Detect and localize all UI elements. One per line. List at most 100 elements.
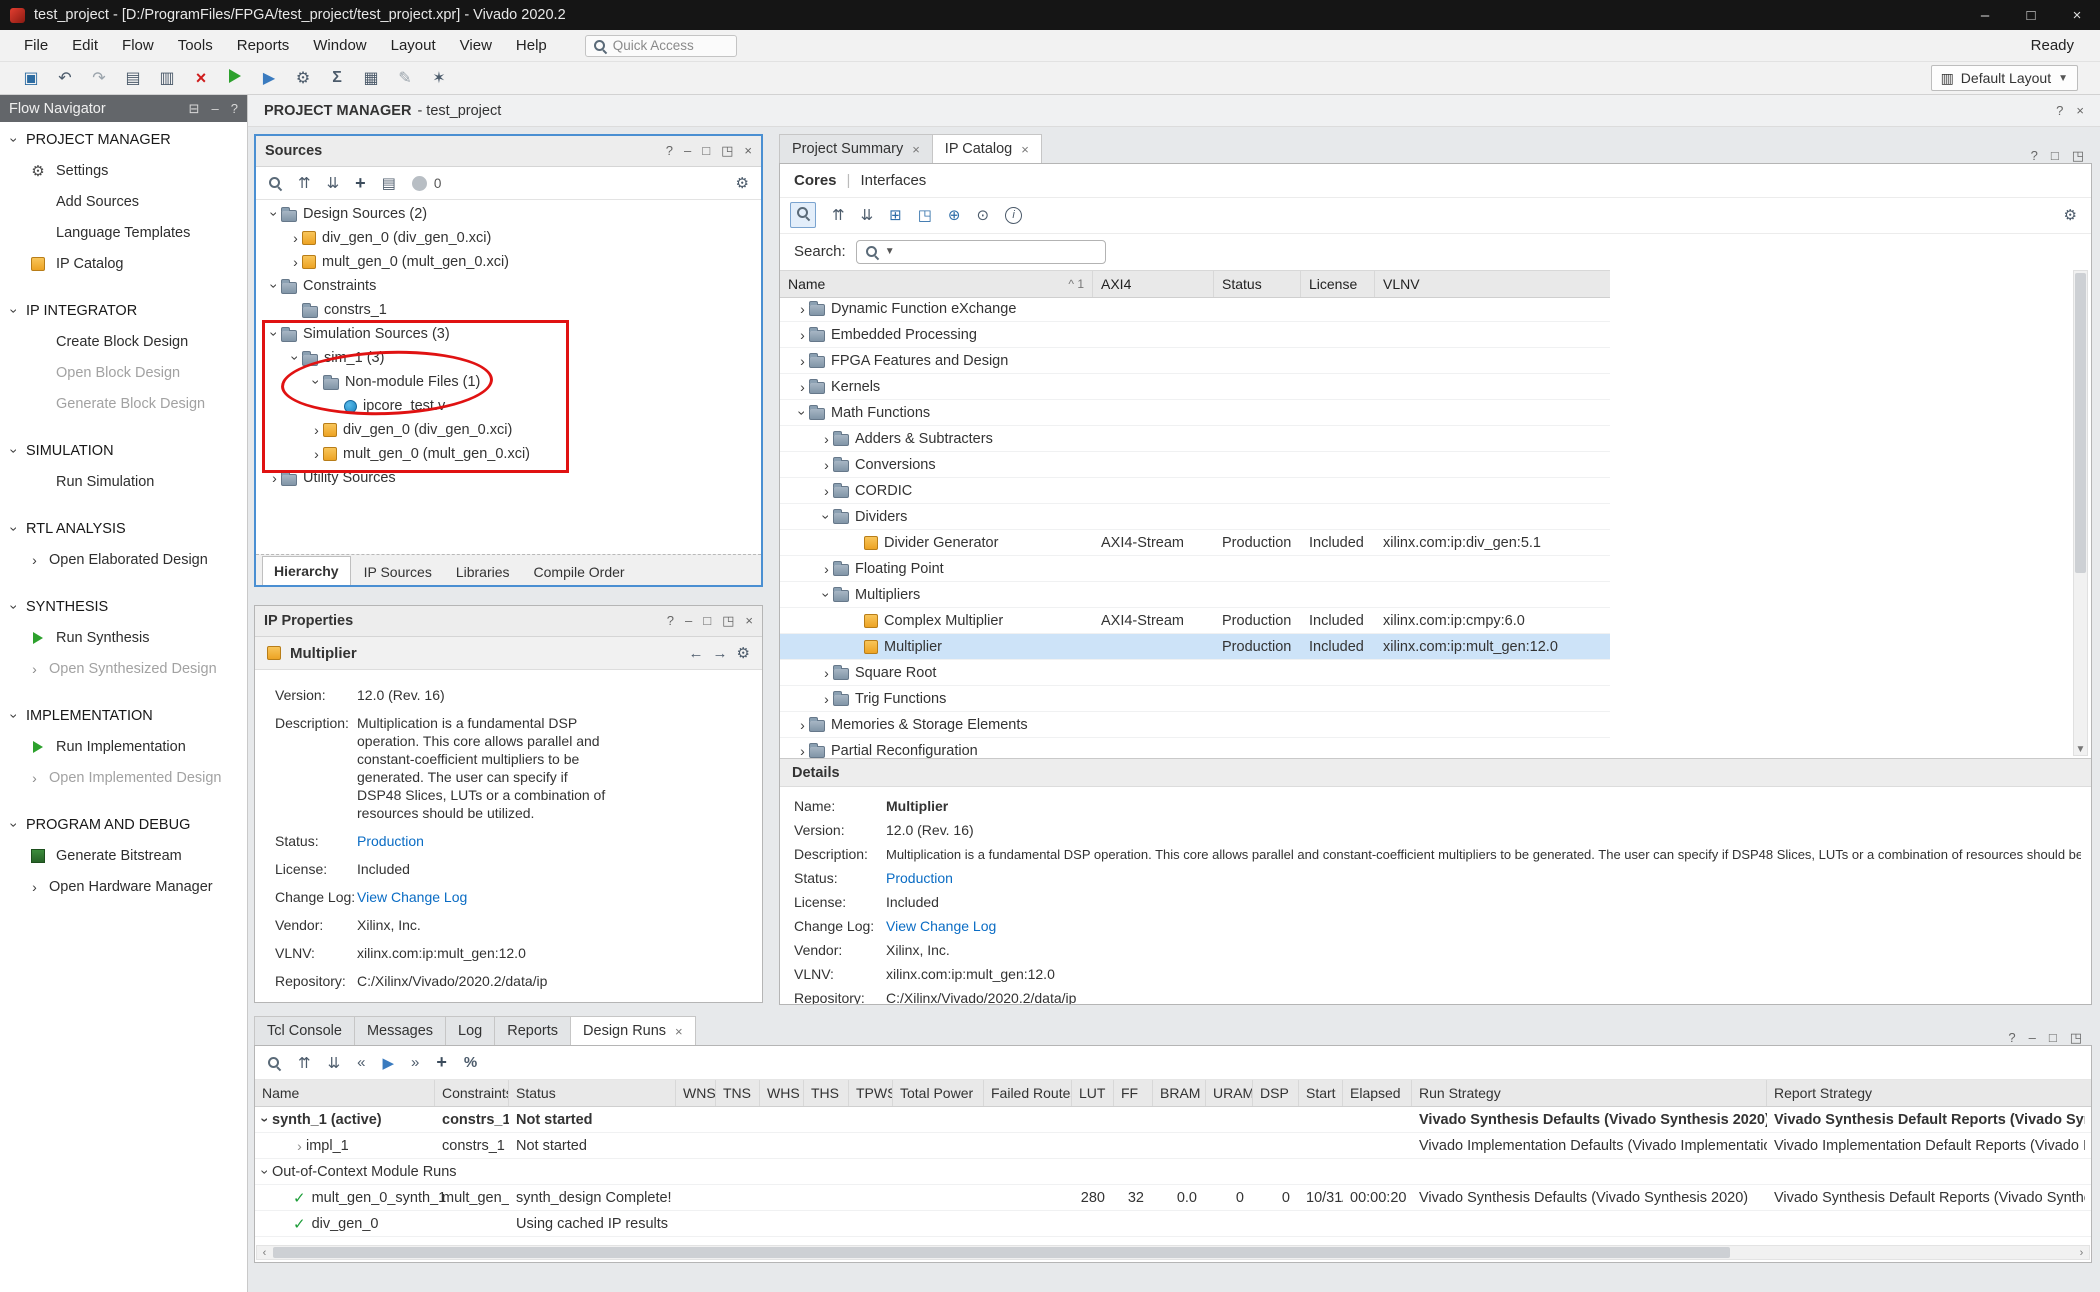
menu-file[interactable]: File xyxy=(12,30,60,61)
expand-all-icon[interactable]: ⇊ xyxy=(861,206,874,224)
chevron-expanded-icon[interactable]: › xyxy=(258,1165,274,1178)
catalog-row-selected[interactable]: Multiplier ProductionIncludedxilinx.com:… xyxy=(780,634,1610,660)
section-header-project-manager[interactable]: › PROJECT MANAGER xyxy=(0,124,247,155)
back-arrow-icon[interactable]: ← xyxy=(689,645,704,662)
flow-item-open-implemented-design[interactable]: › Open Implemented Design xyxy=(0,762,247,793)
chevron-collapsed-icon[interactable]: › xyxy=(820,431,833,447)
tab-hierarchy[interactable]: Hierarchy xyxy=(262,556,351,585)
float-panel-icon[interactable]: ◳ xyxy=(722,613,734,629)
menu-edit[interactable]: Edit xyxy=(60,30,110,61)
menu-window[interactable]: Window xyxy=(301,30,378,61)
catalog-row[interactable]: ›FPGA Features and Design xyxy=(780,348,1610,374)
column-header[interactable]: Report Strategy xyxy=(1767,1080,2085,1106)
search-toggle-icon[interactable] xyxy=(790,202,816,228)
column-name[interactable]: Name ^ 1 xyxy=(780,271,1093,297)
tree-item-non-module-files[interactable]: › Non-module Files (1) xyxy=(256,370,761,394)
flow-item-run-simulation[interactable]: Run Simulation xyxy=(0,466,247,497)
column-header[interactable]: URAM xyxy=(1206,1080,1253,1106)
maximize-panel-icon[interactable]: □ xyxy=(2051,148,2059,164)
tab-compile-order[interactable]: Compile Order xyxy=(523,559,636,585)
float-panel-icon[interactable]: ◳ xyxy=(2070,1030,2082,1046)
catalog-row[interactable]: Complex Multiplier AXI4-StreamProduction… xyxy=(780,608,1610,634)
sigma-icon[interactable]: Σ xyxy=(320,69,354,87)
tree-item-sim-1[interactable]: › sim_1 (3) xyxy=(256,346,761,370)
run-row-mult-gen-0-synth-1[interactable]: ✓mult_gen_0_synth_1 mult_gen_0 synth_des… xyxy=(255,1185,2091,1211)
catalog-row[interactable]: Divider Generator AXI4-StreamProductionI… xyxy=(780,530,1610,556)
tree-item-mult-gen-0[interactable]: › mult_gen_0 (mult_gen_0.xci) xyxy=(256,250,761,274)
flow-item-settings[interactable]: ⚙ Settings xyxy=(0,155,247,186)
change-log-link[interactable]: View Change Log xyxy=(886,918,996,934)
tab-reports[interactable]: Reports xyxy=(494,1016,571,1046)
add-repository-icon[interactable]: ⊕ xyxy=(948,206,961,224)
catalog-row[interactable]: ›Memories & Storage Elements xyxy=(780,712,1610,738)
menu-layout[interactable]: Layout xyxy=(379,30,448,61)
wand-icon[interactable]: ✶ xyxy=(422,68,456,88)
flow-item-ip-catalog[interactable]: IP Catalog xyxy=(0,248,247,279)
column-header[interactable]: Failed Routes xyxy=(984,1080,1072,1106)
file-icon[interactable]: ▤ xyxy=(382,174,396,192)
minimize-panel-icon[interactable]: – xyxy=(212,101,219,116)
section-header-ip-integrator[interactable]: › IP INTEGRATOR xyxy=(0,295,247,326)
column-header[interactable]: Run Strategy xyxy=(1412,1080,1767,1106)
menu-tools[interactable]: Tools xyxy=(166,30,225,61)
section-header-program-and-debug[interactable]: › PROGRAM AND DEBUG xyxy=(0,809,247,840)
chart-icon[interactable]: ▦ xyxy=(354,68,388,88)
step-icon[interactable]: ▶ xyxy=(252,68,286,88)
menu-flow[interactable]: Flow xyxy=(110,30,166,61)
flow-item-language-templates[interactable]: Language Templates xyxy=(0,217,247,248)
catalog-row[interactable]: ›Trig Functions xyxy=(780,686,1610,712)
column-vlnv[interactable]: VLNV xyxy=(1375,271,1610,297)
close-tab-icon[interactable]: × xyxy=(675,1024,683,1039)
minimize-button[interactable]: – xyxy=(1962,0,2008,30)
catalog-row[interactable]: ›Conversions xyxy=(780,452,1610,478)
column-header[interactable]: LUT xyxy=(1072,1080,1114,1106)
section-header-implementation[interactable]: › IMPLEMENTATION xyxy=(0,700,247,731)
scroll-left-icon[interactable]: ‹ xyxy=(257,1246,272,1259)
flow-item-open-block-design[interactable]: Open Block Design xyxy=(0,357,247,388)
scrollbar-thumb[interactable] xyxy=(2075,273,2086,573)
column-header[interactable]: TNS xyxy=(716,1080,760,1106)
gear-icon[interactable]: ⚙ xyxy=(737,644,750,662)
chevron-collapsed-icon[interactable]: › xyxy=(820,457,833,473)
column-status[interactable]: Status xyxy=(1214,271,1301,297)
chevron-collapsed-icon[interactable]: › xyxy=(820,691,833,707)
subtab-interfaces[interactable]: Interfaces xyxy=(860,172,926,189)
column-header[interactable]: WHS xyxy=(760,1080,804,1106)
tab-log[interactable]: Log xyxy=(445,1016,495,1046)
subtab-cores[interactable]: Cores xyxy=(794,172,837,189)
stop-icon[interactable]: × xyxy=(184,68,218,89)
column-header[interactable]: Elapsed xyxy=(1343,1080,1412,1106)
dock-icon[interactable]: ⊟ xyxy=(189,101,200,117)
tree-item-sim-mult-gen-0[interactable]: › mult_gen_0 (mult_gen_0.xci) xyxy=(256,442,761,466)
tree-item-constrs-1[interactable]: › constrs_1 xyxy=(256,298,761,322)
info-icon[interactable]: i xyxy=(1005,207,1022,224)
section-header-synthesis[interactable]: › SYNTHESIS xyxy=(0,591,247,622)
tab-project-summary[interactable]: Project Summary × xyxy=(779,134,933,164)
close-panel-icon[interactable]: × xyxy=(745,613,753,629)
section-header-rtl-analysis[interactable]: › RTL ANALYSIS xyxy=(0,513,247,544)
layout-selector[interactable]: ▥ Default Layout ▼ xyxy=(1931,65,2078,91)
run-row-impl-1[interactable]: ›impl_1 constrs_1 Not started Vivado Imp… xyxy=(255,1133,2091,1159)
catalog-row[interactable]: ›CORDIC xyxy=(780,478,1610,504)
flow-item-open-synthesized-design[interactable]: › Open Synthesized Design xyxy=(0,653,247,684)
tree-item-utility-sources[interactable]: › Utility Sources xyxy=(256,466,761,490)
flow-item-open-elaborated-design[interactable]: › Open Elaborated Design xyxy=(0,544,247,575)
settings-gear-icon[interactable]: ⚙ xyxy=(286,68,320,88)
chevron-collapsed-icon[interactable]: › xyxy=(796,327,809,343)
chevron-collapsed-icon[interactable]: › xyxy=(796,353,809,369)
search-icon[interactable] xyxy=(267,1056,281,1070)
menu-help[interactable]: Help xyxy=(504,30,559,61)
catalog-row[interactable]: ›Math Functions xyxy=(780,400,1610,426)
column-header[interactable]: Constraints xyxy=(435,1080,509,1106)
save-icon[interactable]: ▣ xyxy=(14,68,48,88)
tab-libraries[interactable]: Libraries xyxy=(445,559,521,585)
help-icon[interactable]: ? xyxy=(2031,148,2038,164)
restore-hierarchy-icon[interactable]: ⊞ xyxy=(889,206,902,224)
undo-icon[interactable]: ↶ xyxy=(48,68,82,88)
chevron-collapsed-icon[interactable]: › xyxy=(796,301,809,317)
gear-icon[interactable]: ⚙ xyxy=(736,174,749,192)
tree-item-div-gen-0[interactable]: › div_gen_0 (div_gen_0.xci) xyxy=(256,226,761,250)
tree-item-simulation-sources[interactable]: › Simulation Sources (3) xyxy=(256,322,761,346)
quick-access-search[interactable]: Quick Access xyxy=(585,35,737,57)
maximize-panel-icon[interactable]: □ xyxy=(702,143,710,159)
